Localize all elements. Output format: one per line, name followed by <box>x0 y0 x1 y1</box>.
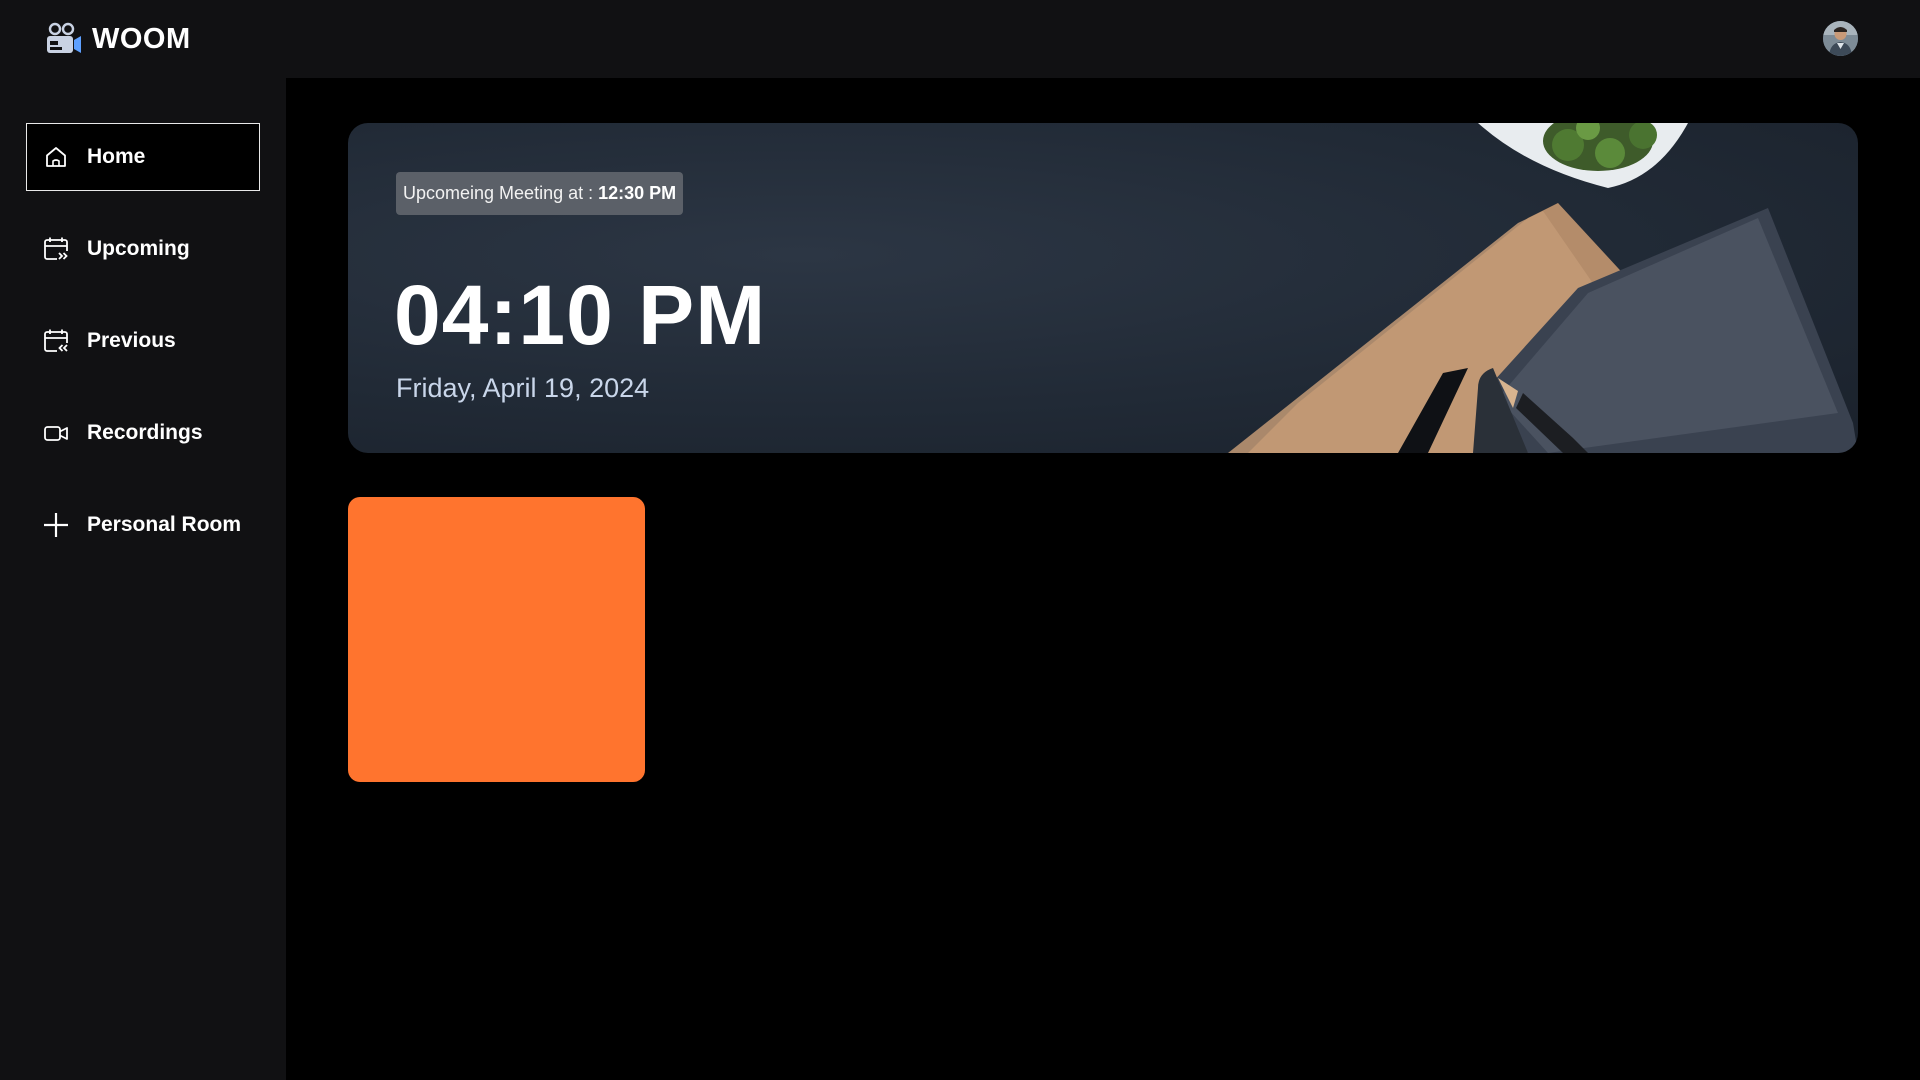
current-time: 04:10 PM <box>394 268 767 362</box>
sidebar-item-label: Recordings <box>87 421 203 444</box>
upcoming-meeting-time: 12:30 PM <box>598 183 677 203</box>
plus-icon <box>44 513 68 537</box>
home-icon <box>46 147 66 167</box>
upcoming-meeting-label: Upcomeing Meeting at : <box>403 183 594 203</box>
main-content: Upcomeing Meeting at : 12:30 PM 04:10 PM… <box>286 78 1920 1080</box>
sidebar-item-label: Personal Room <box>87 513 242 536</box>
upcoming-meeting-badge: Upcomeing Meeting at : 12:30 PM <box>396 172 684 215</box>
top-bar: WOOM <box>0 0 1920 78</box>
current-date: Friday, April 19, 2024 <box>396 373 650 403</box>
sidebar-item-label: Home <box>87 145 146 168</box>
sidebar-item-recordings[interactable]: Recordings <box>26 399 260 467</box>
avatar-image <box>1823 21 1858 56</box>
sidebar-item-upcoming[interactable]: Upcoming <box>26 215 260 283</box>
brand[interactable]: WOOM <box>44 21 191 57</box>
sidebar-item-label: Previous <box>87 329 176 352</box>
sidebar-item-personal-room[interactable]: Personal Room <box>26 491 260 559</box>
user-avatar[interactable] <box>1823 21 1858 56</box>
brand-name: WOOM <box>92 22 191 55</box>
hero-banner: Upcomeing Meeting at : 12:30 PM 04:10 PM… <box>348 123 1858 453</box>
sidebar-item-previous[interactable]: Previous <box>26 307 260 375</box>
sidebar-item-label: Upcoming <box>87 237 190 260</box>
calendar-upcoming-icon <box>44 237 69 262</box>
video-camera-logo-icon <box>47 22 81 53</box>
sidebar-item-home[interactable]: Home <box>26 123 260 191</box>
action-card[interactable] <box>348 497 645 782</box>
calendar-previous-icon <box>44 329 69 354</box>
sidebar: Home Upcoming Previous Recordings Person… <box>0 78 286 1080</box>
video-camera-icon <box>44 426 68 441</box>
